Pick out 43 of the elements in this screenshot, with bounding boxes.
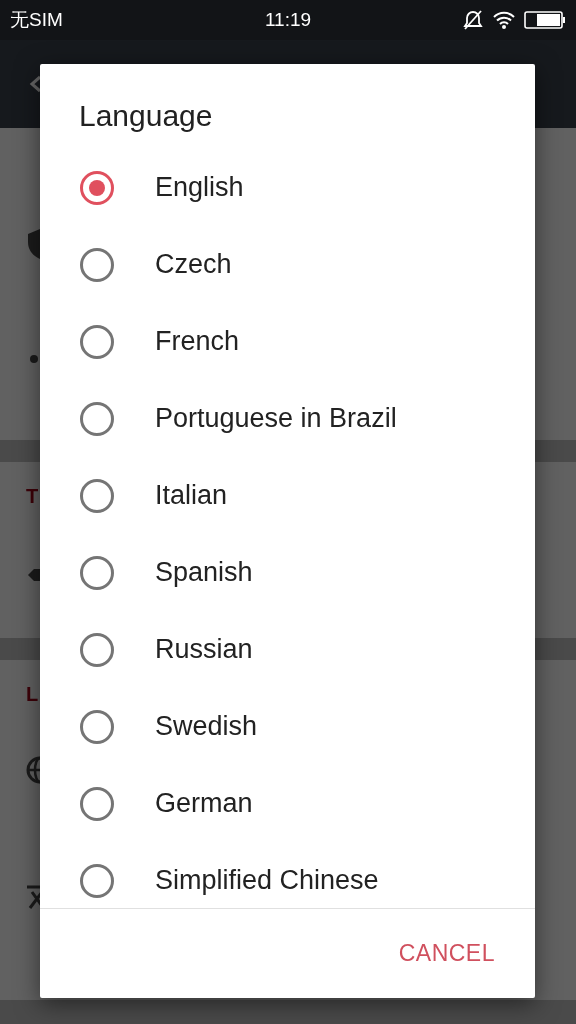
option-label: English (155, 171, 244, 205)
radio-button[interactable] (80, 786, 114, 821)
option-label: Czech (155, 248, 232, 282)
carrier-label: 无SIM (10, 7, 63, 32)
radio-button[interactable] (80, 709, 114, 744)
option-label: Spanish (155, 556, 253, 590)
radio-button[interactable] (80, 632, 114, 667)
radio-button[interactable] (80, 324, 114, 359)
radio-button[interactable] (80, 478, 114, 513)
option-label: French (155, 325, 240, 359)
translate-icon (26, 884, 40, 910)
language-option[interactable]: Czech (40, 226, 535, 303)
option-label: German (155, 787, 253, 821)
option-label: Swedish (155, 710, 258, 744)
dot-icon (30, 355, 38, 363)
option-label: Italian (155, 479, 228, 513)
radio-button[interactable] (80, 170, 114, 205)
language-option[interactable]: Spanish (40, 534, 535, 611)
shield-icon (26, 228, 40, 260)
time-label: 11:19 (264, 7, 312, 32)
option-label: Portuguese in Brazil (155, 402, 397, 436)
radio-button[interactable] (80, 247, 114, 282)
section-header: L (26, 684, 39, 704)
language-option[interactable]: Russian (40, 611, 535, 688)
language-option[interactable]: Italian (40, 457, 535, 534)
language-option[interactable]: French (40, 303, 535, 380)
battery-icon (524, 10, 566, 30)
option-label: Simplified Chinese (155, 864, 379, 898)
radio-button[interactable] (80, 401, 114, 436)
radio-button[interactable] (80, 863, 114, 898)
section-header: T (26, 486, 39, 506)
wifi-icon (492, 10, 516, 30)
globe-icon (26, 756, 40, 784)
radio-button[interactable] (80, 555, 114, 590)
dialog-title: Language (78, 98, 214, 134)
language-option[interactable]: Swedish (40, 688, 535, 765)
language-option[interactable]: English (40, 149, 535, 226)
option-label: Russian (155, 633, 253, 667)
muted-bell-icon (462, 9, 484, 31)
cancel-button[interactable]: CANCEL (396, 932, 497, 975)
language-option[interactable]: Simplified Chinese (40, 842, 535, 919)
language-option[interactable]: Portuguese in Brazil (40, 380, 535, 457)
language-option[interactable]: German (40, 765, 535, 842)
